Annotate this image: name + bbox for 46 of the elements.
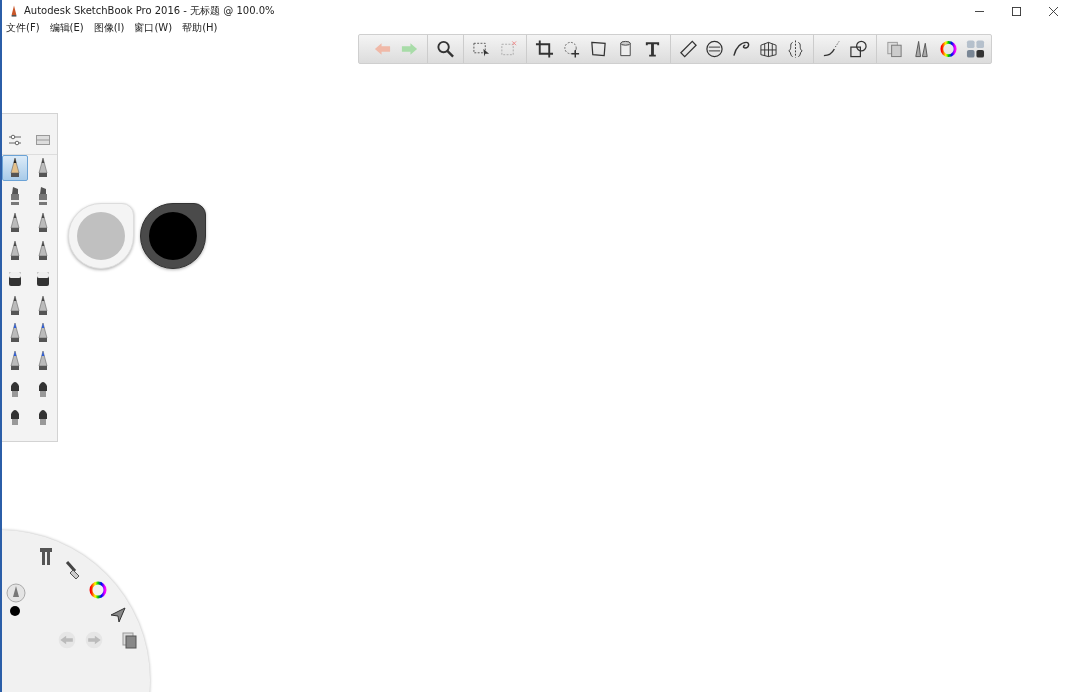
shapes-icon[interactable]	[849, 39, 869, 59]
menu-item[interactable]: 窗口(W)	[134, 20, 173, 35]
panel-icon[interactable]	[36, 133, 50, 147]
ruler-icon[interactable]	[678, 39, 698, 59]
crop-icon[interactable]	[534, 39, 554, 59]
brush-icon	[8, 322, 22, 344]
brush-dot-icon	[9, 605, 21, 617]
symmetry-icon[interactable]	[786, 39, 806, 59]
menu-item[interactable]: 编辑(E)	[49, 20, 84, 35]
stroke-icon[interactable]	[822, 39, 842, 59]
lasso-move-icon[interactable]	[561, 39, 581, 59]
color-puck[interactable]	[140, 203, 206, 269]
layers-icon[interactable]	[885, 39, 905, 59]
layers-icon[interactable]	[120, 630, 140, 650]
menu-item[interactable]: 帮助(H)	[182, 20, 218, 35]
brush-icon	[36, 157, 50, 179]
brush-icon	[36, 184, 50, 207]
pencil-icon[interactable]	[6, 583, 26, 603]
menu-item[interactable]: 图像(I)	[93, 20, 125, 35]
brush-icon	[8, 349, 22, 372]
app-icon	[10, 5, 18, 17]
brush-icon	[8, 157, 22, 179]
color-wheel-icon[interactable]	[939, 39, 959, 59]
brush-icon	[8, 294, 22, 317]
brush-icon	[36, 322, 50, 344]
window-title: Autodesk SketchBook Pro 2016 - 无标题 @ 100.0%	[24, 4, 275, 18]
cursor-icon[interactable]	[108, 605, 128, 625]
close-icon[interactable]	[1049, 6, 1058, 16]
perspective-icon[interactable]	[759, 39, 779, 59]
brush-icon	[36, 212, 50, 234]
ellipse-guide-icon[interactable]	[705, 39, 725, 59]
brush-icon	[36, 239, 50, 262]
distort-icon[interactable]	[588, 39, 608, 59]
brush-icon	[36, 294, 50, 317]
brush-button[interactable]	[2, 155, 28, 181]
brush-icon	[36, 349, 50, 372]
zoom-icon[interactable]	[435, 39, 455, 59]
palettes-icon[interactable]	[966, 39, 986, 59]
brush-icon	[8, 239, 22, 262]
brush-icon	[8, 212, 22, 234]
maximize-icon[interactable]	[1012, 6, 1021, 16]
sliders-icon[interactable]	[8, 133, 22, 147]
curve-guide-icon[interactable]	[732, 39, 752, 59]
menu-item[interactable]: 文件(F)	[6, 20, 40, 35]
brush-icon	[8, 184, 22, 207]
color-wheel-icon[interactable]	[88, 580, 108, 600]
